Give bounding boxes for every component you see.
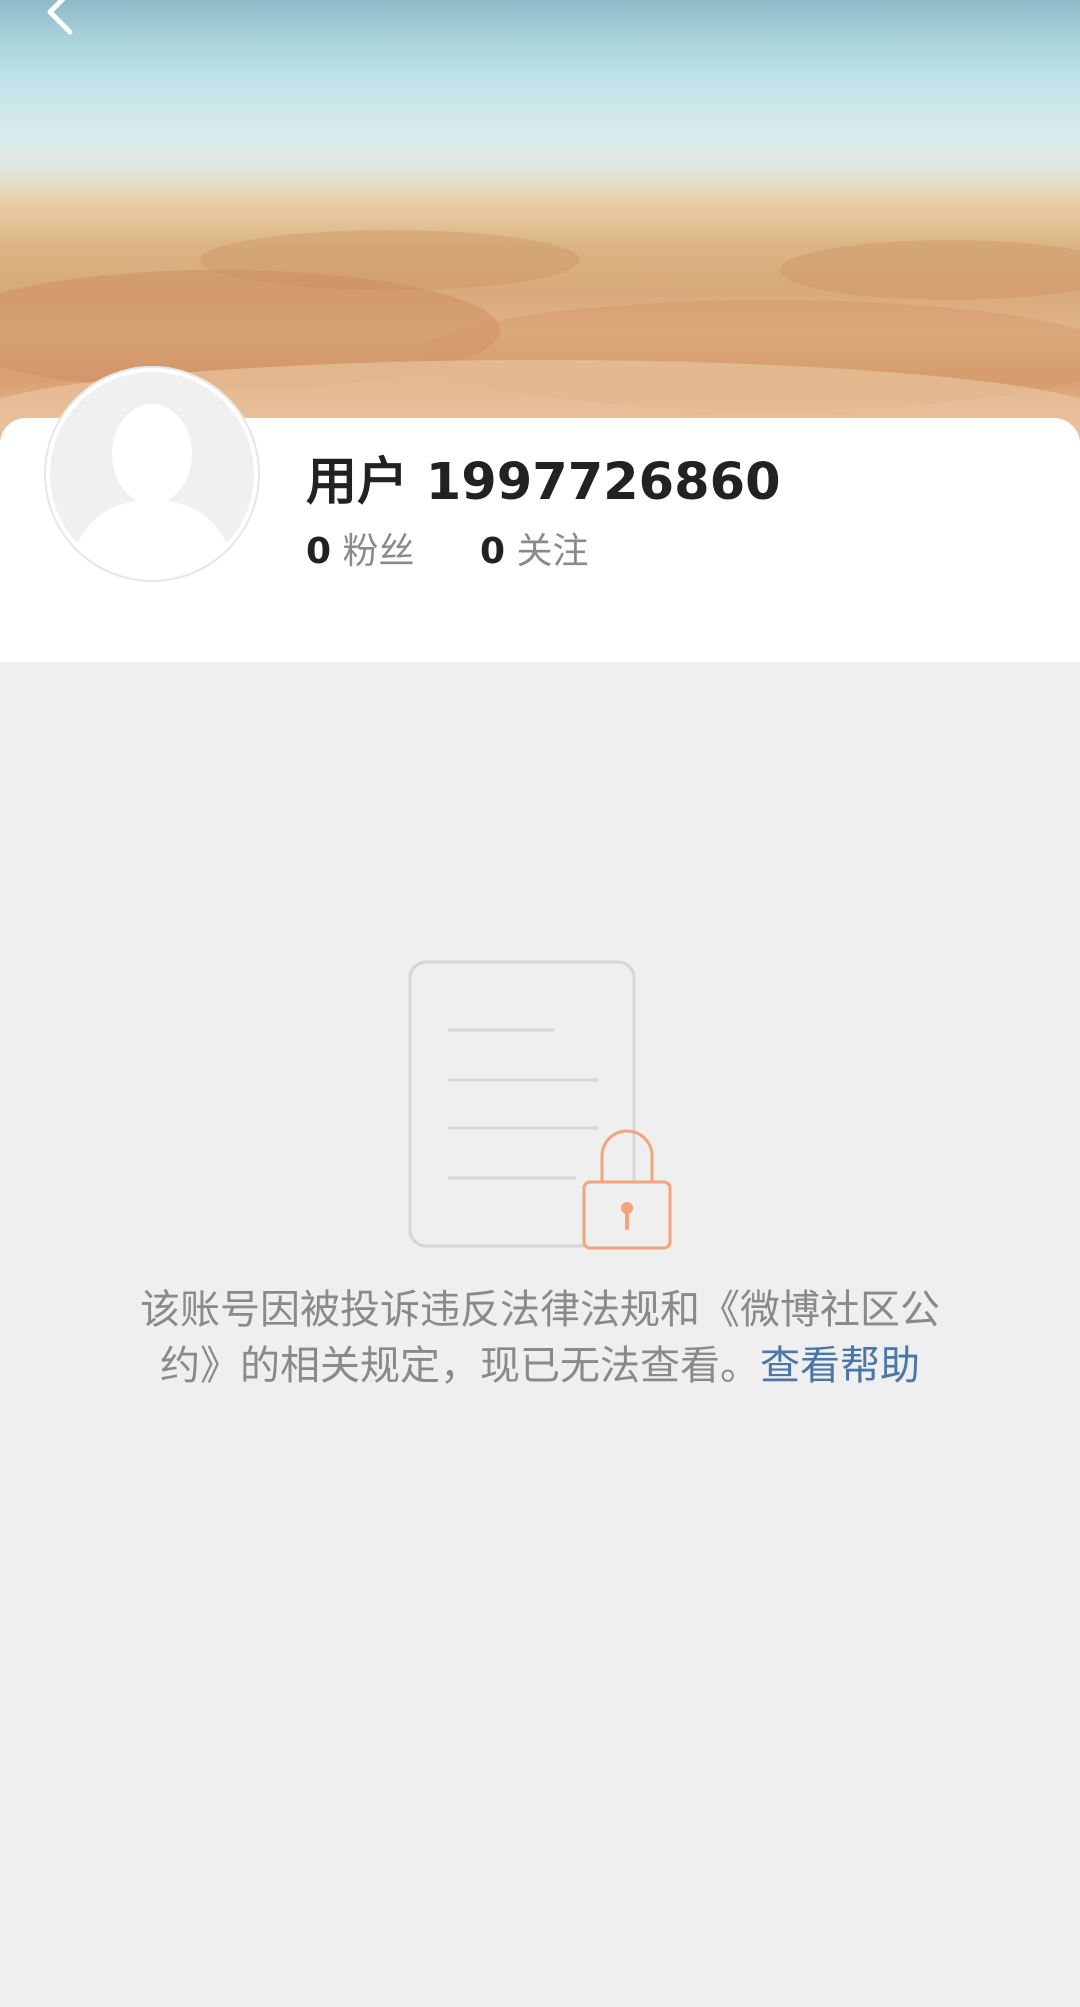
followers-label: 粉丝 [342, 531, 415, 572]
username: 用户 1997726860 [306, 453, 781, 512]
help-link[interactable]: 查看帮助 [760, 1343, 920, 1389]
following-stat[interactable]: 0 关注 [480, 522, 589, 574]
followers-count: 0 [306, 531, 332, 572]
following-count: 0 [479, 531, 506, 572]
followers-stat[interactable]: 0 粉丝 [306, 522, 415, 574]
default-avatar-icon [70, 404, 234, 576]
avatar[interactable] [44, 366, 260, 582]
locked-document-icon [408, 960, 672, 1250]
chevron-left-icon [47, 0, 73, 35]
back-button[interactable] [34, 0, 94, 46]
profile-stats: 0 粉丝 0 关注 [306, 522, 643, 574]
account-blocked-notice: 该账号因被投诉违反法律法规和《微博社区公约》的相关规定，现已无法查看。查看帮助 [130, 1282, 950, 1394]
following-label: 关注 [516, 531, 589, 572]
